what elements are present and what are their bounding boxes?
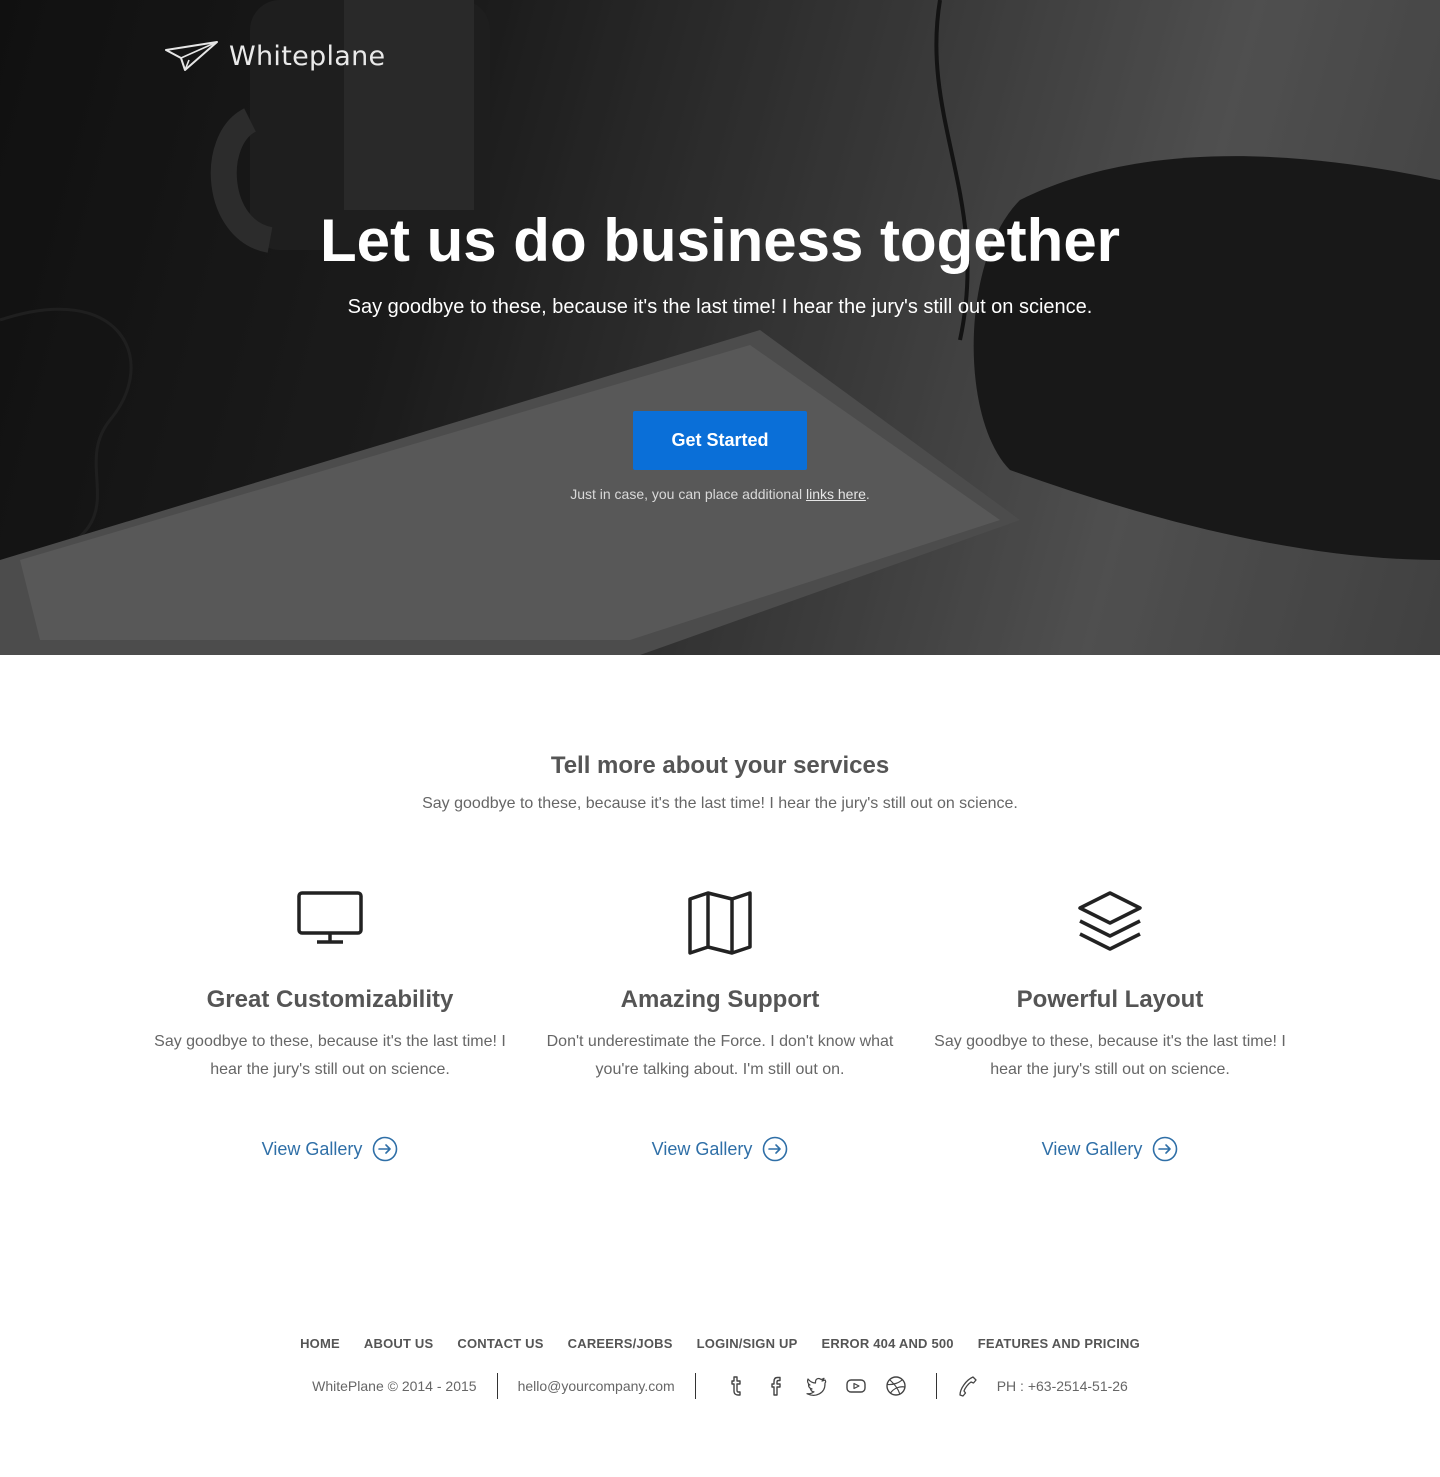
view-gallery-link[interactable]: View Gallery <box>652 1136 789 1162</box>
hero-note-text: Just in case, you can place additional <box>570 486 806 502</box>
map-icon <box>688 891 752 955</box>
phone-icon <box>959 1376 977 1397</box>
brand-name: Whiteplane <box>229 40 386 72</box>
feature-card: Powerful Layout Say goodbye to these, be… <box>930 890 1290 1162</box>
footer-link-about[interactable]: ABOUT US <box>364 1336 434 1351</box>
footer-divider <box>694 1373 696 1399</box>
footer-bar: WhitePlane © 2014 - 2015 hello@yourcompa… <box>0 1372 1440 1400</box>
view-gallery-link[interactable]: View Gallery <box>262 1136 399 1162</box>
view-gallery-link[interactable]: View Gallery <box>1042 1136 1179 1162</box>
hero-title: Let us do business together <box>319 207 1121 274</box>
dribbble-icon[interactable] <box>885 1375 907 1397</box>
hero-note-suffix: . <box>865 486 870 502</box>
hero-note: Just in case, you can place additional l… <box>0 486 1440 502</box>
footer-link-login[interactable]: LOGIN/SIGN UP <box>697 1336 798 1351</box>
get-started-button[interactable]: Get Started <box>633 411 807 470</box>
feature-text: Don't underestimate the Force. I don't k… <box>546 1033 894 1078</box>
footer-link-careers[interactable]: CAREERS/JOBS <box>568 1336 673 1351</box>
footer-link-home[interactable]: HOME <box>300 1336 340 1351</box>
feature-title: Powerful Layout <box>1016 986 1204 1013</box>
brand-logo[interactable]: Whiteplane <box>165 40 385 72</box>
phone-number: PH : +63-2514-51-26 <box>996 1378 1128 1394</box>
youtube-icon[interactable] <box>845 1375 867 1397</box>
hero-overlay <box>0 0 1440 655</box>
feature-text: Say goodbye to these, because it's the l… <box>154 1033 506 1078</box>
arrow-circle-right-icon <box>763 1136 788 1162</box>
footer-link-contact[interactable]: CONTACT US <box>457 1336 543 1351</box>
feature-title: Great Customizability <box>206 986 454 1013</box>
hero-section: Whiteplane Let us do business together S… <box>0 0 1440 655</box>
feature-card: Amazing Support Don't underestimate the … <box>540 890 900 1162</box>
tumblr-icon[interactable] <box>725 1375 747 1397</box>
hero-note-link[interactable]: links here <box>806 486 866 502</box>
hero-subtitle: Say goodbye to these, because it's the l… <box>347 296 1093 318</box>
view-gallery-label: View Gallery <box>651 1138 753 1159</box>
arrow-circle-right-icon <box>1153 1136 1178 1162</box>
footer-divider <box>496 1373 498 1399</box>
footer-divider <box>935 1373 937 1399</box>
view-gallery-label: View Gallery <box>1041 1138 1143 1159</box>
services-title: Tell more about your services <box>550 752 890 779</box>
paper-plane-icon <box>165 41 218 71</box>
social-links <box>716 1375 916 1397</box>
copyright-text: WhitePlane © 2014 - 2015 <box>312 1378 477 1394</box>
arrow-circle-right-icon <box>373 1136 398 1162</box>
services-subtitle: Say goodbye to these, because it's the l… <box>422 795 1018 812</box>
feature-card: Great Customizability Say goodbye to the… <box>150 890 510 1162</box>
twitter-icon[interactable] <box>805 1375 827 1397</box>
facebook-icon[interactable] <box>765 1375 787 1397</box>
email-link[interactable]: hello@yourcompany.com <box>518 1378 675 1394</box>
layers-icon <box>1078 891 1142 951</box>
monitor-icon <box>297 891 363 944</box>
footer-link-error-pages[interactable]: ERROR 404 AND 500 <box>821 1336 953 1351</box>
footer-link-pricing[interactable]: FEATURES AND PRICING <box>978 1336 1140 1351</box>
phone-contact: PH : +63-2514-51-26 <box>957 1375 1128 1397</box>
footer-nav: HOME ABOUT US CONTACT US CAREERS/JOBS LO… <box>0 1336 1440 1351</box>
feature-title: Amazing Support <box>620 986 820 1013</box>
feature-text: Say goodbye to these, because it's the l… <box>934 1033 1286 1078</box>
view-gallery-label: View Gallery <box>261 1138 363 1159</box>
